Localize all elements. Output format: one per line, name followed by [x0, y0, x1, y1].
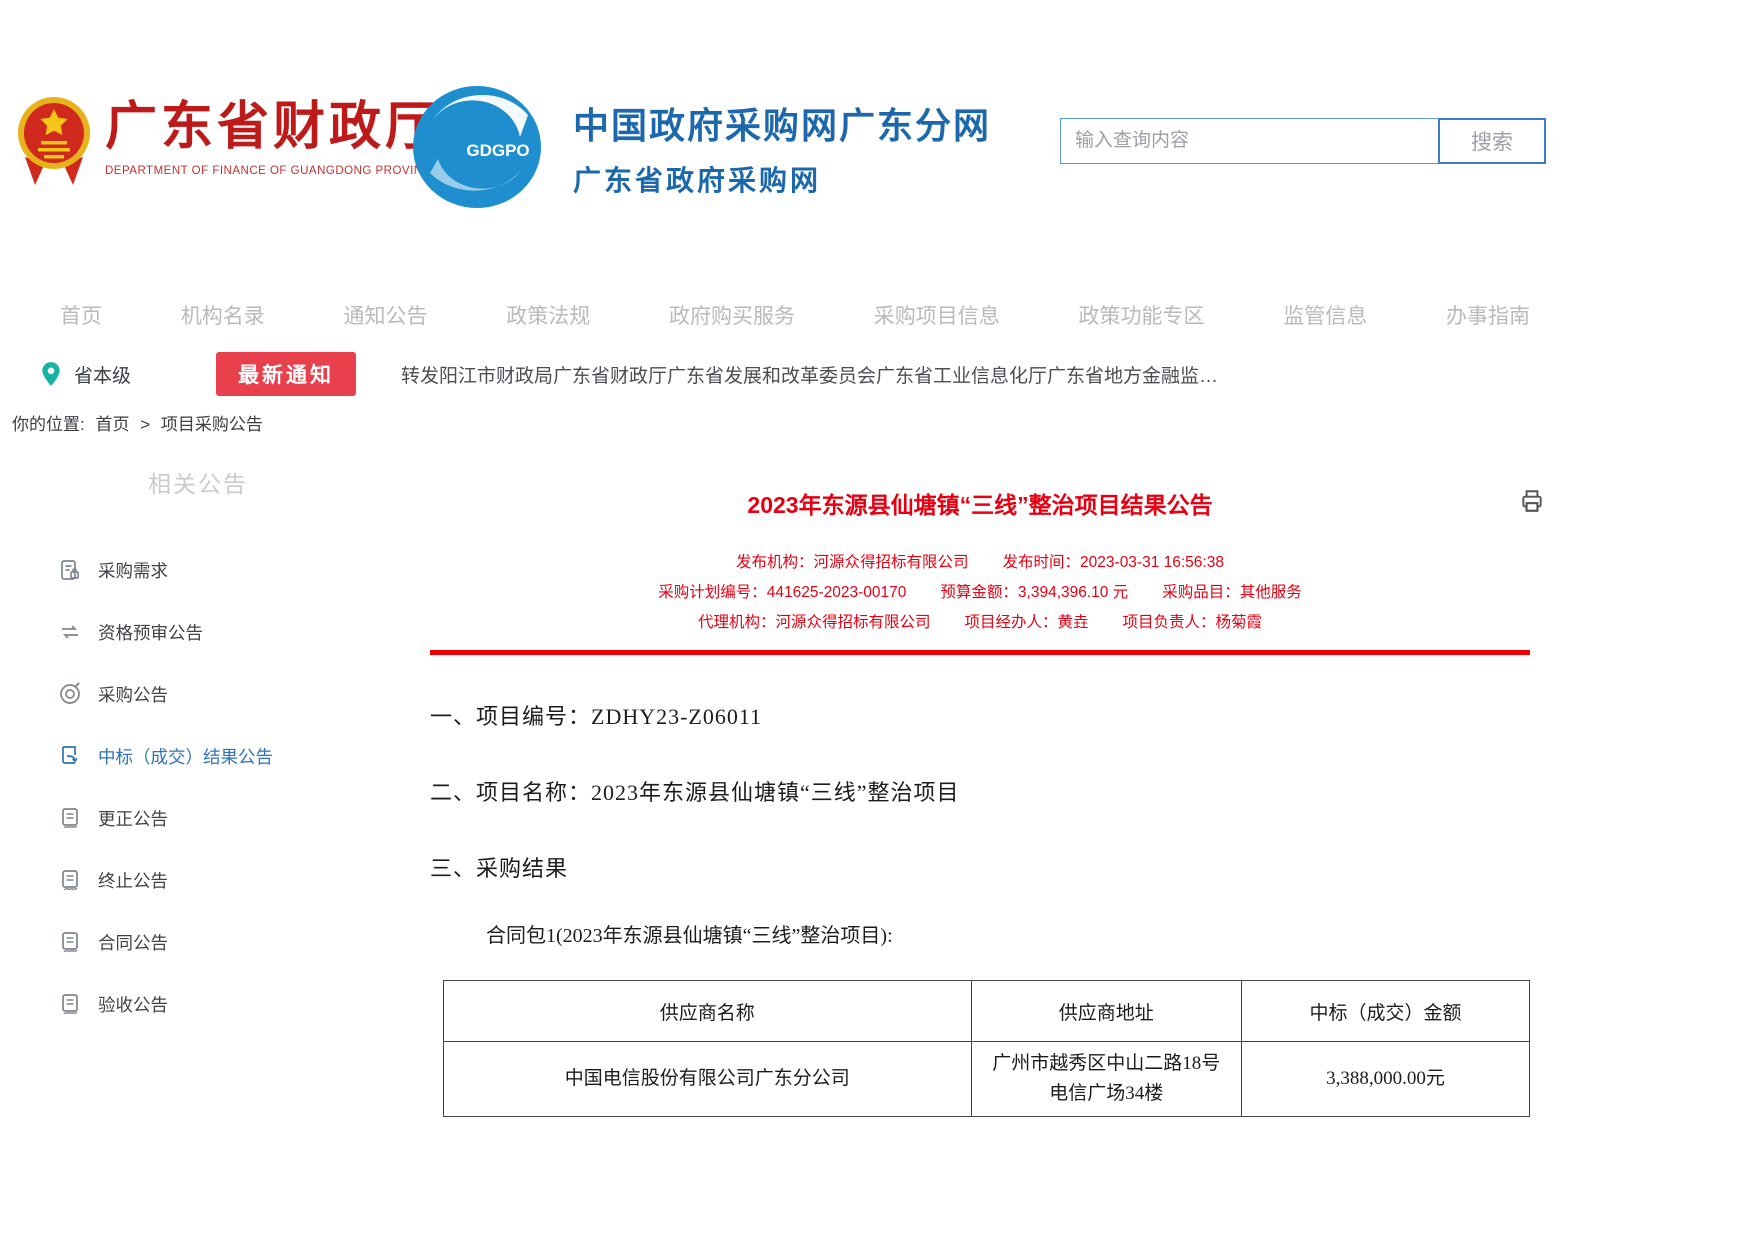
announcement-meta: 发布机构：河源众得招标有限公司 发布时间：2023-03-31 16:56:38…	[430, 548, 1530, 638]
cell-supplier-address: 广州市越秀区中山二路18号 电信广场34楼	[971, 1042, 1241, 1117]
budget-amount: 预算金额：3,394,396.10 元	[940, 578, 1128, 608]
site-subtitle: 广东省政府采购网	[573, 159, 991, 199]
announcement-article: 2023年东源县仙塘镇“三线”整治项目结果公告 发布机构：河源众得招标有限公司 …	[430, 486, 1530, 1117]
nav-item-policy-zone[interactable]: 政策功能专区	[1079, 300, 1205, 330]
section-project-name: 二、项目名称：2023年东源县仙塘镇“三线”整治项目	[430, 775, 1530, 807]
document-lines-icon	[58, 806, 82, 830]
target-check-icon	[58, 682, 82, 706]
sidebar-item-termination[interactable]: 终止公告	[0, 849, 400, 911]
gdgpo-globe-icon: GDGPO	[410, 85, 545, 210]
nav-item-gov-purchase[interactable]: 政府购买服务	[669, 300, 795, 330]
sidebar-item-label: 资格预审公告	[98, 620, 203, 645]
sidebar-item-procurement-announcement[interactable]: 采购公告	[0, 663, 400, 725]
sidebar-item-label: 采购公告	[98, 682, 168, 707]
nav-item-guide[interactable]: 办事指南	[1446, 300, 1530, 330]
page: 广东省财政厅 DEPARTMENT OF FINANCE OF GUANGDON…	[0, 0, 1755, 1241]
header-supplier-address: 供应商地址	[971, 981, 1241, 1042]
notice-link[interactable]: 转发阳江市财政局广东省财政厅广东省发展和改革委员会广东省工业信息化厅广东省地方金…	[401, 361, 1231, 388]
document-lines-icon	[58, 992, 82, 1016]
publisher: 发布机构：河源众得招标有限公司	[736, 548, 969, 578]
table-row: 中国电信股份有限公司广东分公司 广州市越秀区中山二路18号 电信广场34楼 3,…	[444, 1042, 1530, 1117]
meta-row-3: 代理机构：河源众得招标有限公司 项目经办人：黄垚 项目负责人：杨菊霞	[430, 608, 1530, 638]
nav-item-notices[interactable]: 通知公告	[344, 300, 428, 330]
site-title: 中国政府采购网广东分网	[573, 97, 991, 149]
document-lines-icon	[58, 868, 82, 892]
sidebar-title: 相关公告	[148, 465, 400, 499]
section-project-number: 一、项目编号：ZDHY23-Z06011	[430, 699, 1530, 731]
red-divider	[430, 650, 1530, 655]
sidebar-item-procurement-demand[interactable]: 采购需求	[0, 539, 400, 601]
document-lines-icon	[58, 930, 82, 954]
gdgpo-logo: GDGPO 中国政府采购网广东分网 广东省政府采购网	[410, 85, 991, 210]
search-bar: 搜索	[1060, 118, 1546, 164]
procurement-category: 采购品目：其他服务	[1162, 578, 1302, 608]
print-icon[interactable]	[1519, 488, 1545, 514]
breadcrumb-current[interactable]: 项目采购公告	[161, 415, 263, 434]
announcement-body: 一、项目编号：ZDHY23-Z06011 二、项目名称：2023年东源县仙塘镇“…	[430, 699, 1530, 1117]
announcement-title: 2023年东源县仙塘镇“三线”整治项目结果公告	[430, 486, 1530, 520]
cell-award-amount: 3,388,000.00元	[1241, 1042, 1529, 1117]
header-supplier-name: 供应商名称	[444, 981, 972, 1042]
nav-item-project-info[interactable]: 采购项目信息	[874, 300, 1000, 330]
sidebar-item-contract[interactable]: 合同公告	[0, 911, 400, 973]
publish-time: 发布时间：2023-03-31 16:56:38	[1003, 548, 1224, 578]
nav-item-home[interactable]: 首页	[60, 300, 102, 330]
finance-dept-title: 广东省财政厅	[105, 93, 441, 163]
project-manager: 项目负责人：杨菊霞	[1123, 608, 1263, 638]
search-button[interactable]: 搜索	[1438, 118, 1546, 164]
sidebar-item-label: 采购需求	[98, 558, 168, 583]
location-pin-icon	[40, 361, 62, 387]
sidebar-item-label: 中标（成交）结果公告	[98, 744, 273, 769]
sidebar-item-award-result[interactable]: 中标（成交）结果公告	[0, 725, 400, 787]
breadcrumb-separator: >	[140, 415, 150, 434]
sidebar-item-label: 更正公告	[98, 806, 168, 831]
nav-item-policies[interactable]: 政策法规	[506, 300, 590, 330]
finance-dept-logo: 广东省财政厅 DEPARTMENT OF FINANCE OF GUANGDON…	[15, 93, 441, 189]
region-label[interactable]: 省本级	[74, 361, 131, 388]
refresh-arrows-icon	[58, 620, 82, 644]
section-procurement-result: 三、采购结果	[430, 851, 1530, 883]
clipboard-bag-icon	[58, 558, 82, 582]
national-emblem-icon	[15, 93, 93, 189]
search-input[interactable]	[1060, 118, 1438, 164]
sidebar-item-label: 终止公告	[98, 868, 168, 893]
sidebar-item-prequalification[interactable]: 资格预审公告	[0, 601, 400, 663]
breadcrumb-home[interactable]: 首页	[95, 415, 129, 434]
header: 广东省财政厅 DEPARTMENT OF FINANCE OF GUANGDON…	[0, 85, 1755, 205]
nav-item-orgs[interactable]: 机构名录	[181, 300, 265, 330]
sidebar-item-label: 验收公告	[98, 992, 168, 1017]
latest-notice-badge: 最新通知	[216, 352, 356, 396]
header-award-amount: 中标（成交）金额	[1241, 981, 1529, 1042]
sidebar-item-label: 合同公告	[98, 930, 168, 955]
contract-package-label: 合同包1(2023年东源县仙塘镇“三线”整治项目):	[430, 919, 1530, 948]
plan-number: 采购计划编号：441625-2023-00170	[658, 578, 906, 608]
sidebar: 相关公告 采购需求 资格预审公告 采购公告 中标（成交）结果公告	[0, 465, 400, 1035]
sidebar-item-acceptance[interactable]: 验收公告	[0, 973, 400, 1035]
result-table: 供应商名称 供应商地址 中标（成交）金额 中国电信股份有限公司广东分公司 广州市…	[443, 980, 1530, 1117]
breadcrumb: 你的位置: 首页 > 项目采购公告	[12, 410, 269, 435]
finance-dept-subtitle: DEPARTMENT OF FINANCE OF GUANGDONG PROVI…	[105, 165, 441, 177]
meta-row-2: 采购计划编号：441625-2023-00170 预算金额：3,394,396.…	[430, 578, 1530, 608]
main-nav: 首页 机构名录 通知公告 政策法规 政府购买服务 采购项目信息 政策功能专区 监…	[60, 300, 1530, 330]
breadcrumb-prefix: 你的位置:	[12, 415, 85, 434]
cell-supplier-name: 中国电信股份有限公司广东分公司	[444, 1042, 972, 1117]
sidebar-item-correction[interactable]: 更正公告	[0, 787, 400, 849]
meta-row-1: 发布机构：河源众得招标有限公司 发布时间：2023-03-31 16:56:38	[430, 548, 1530, 578]
agency: 代理机构：河源众得招标有限公司	[698, 608, 931, 638]
notice-bar: 省本级 最新通知 转发阳江市财政局广东省财政厅广东省发展和改革委员会广东省工业信…	[40, 352, 1715, 396]
result-doc-icon	[58, 744, 82, 768]
project-handler: 项目经办人：黄垚	[964, 608, 1088, 638]
table-header-row: 供应商名称 供应商地址 中标（成交）金额	[444, 981, 1530, 1042]
nav-item-supervision[interactable]: 监管信息	[1283, 300, 1367, 330]
svg-text:GDGPO: GDGPO	[466, 141, 529, 160]
